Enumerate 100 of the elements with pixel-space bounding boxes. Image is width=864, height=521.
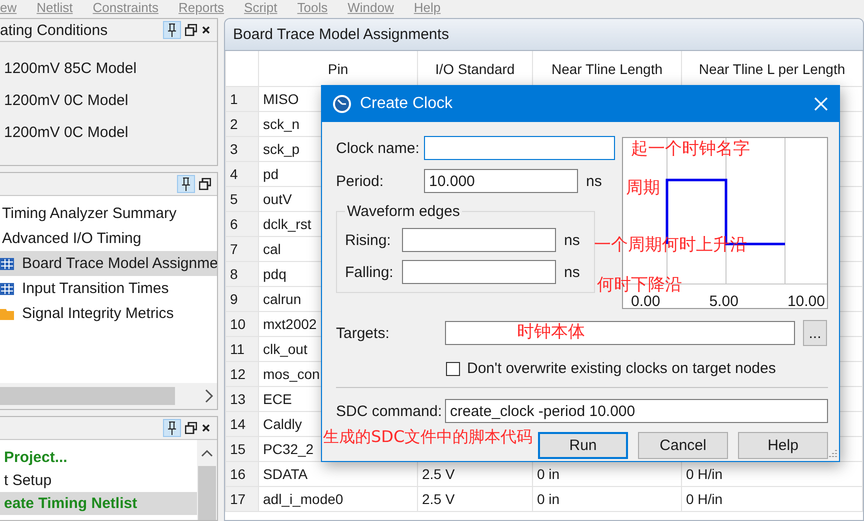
folder-icon (0, 308, 14, 320)
close-icon[interactable] (201, 423, 211, 433)
table-cell: sck_n (263, 116, 300, 132)
table-cell: dclk_rst (263, 216, 312, 232)
scrollbar-thumb[interactable] (0, 387, 175, 405)
tree-item[interactable]: Timing Analyzer Summary (0, 204, 178, 223)
row-number: 17 (230, 491, 246, 507)
row-number: 1 (230, 91, 238, 107)
pin-icon[interactable] (177, 175, 195, 193)
restore-icon[interactable] (199, 178, 211, 190)
row-number: 5 (230, 191, 238, 207)
annotation-text: 时钟本体 (517, 321, 585, 343)
unit-label: ns (564, 232, 580, 248)
tree-item[interactable]: 1200mV 0C Model (2, 122, 130, 142)
table-cell: PC32_2 (263, 441, 314, 457)
tree-item[interactable]: t Setup (2, 471, 54, 490)
row-number: 8 (230, 266, 238, 282)
tree-item[interactable]: Board Trace Model Assignme (20, 254, 217, 273)
checkbox[interactable] (446, 362, 460, 376)
table-cell: mos_con (263, 366, 320, 382)
dialog-button[interactable]: Help (738, 432, 828, 459)
table-cell: Caldly (263, 416, 302, 432)
table-cell: calrun (263, 291, 302, 307)
scroll-up-icon[interactable] (201, 448, 213, 458)
row-number: 15 (230, 441, 246, 457)
row-number: 14 (230, 416, 246, 432)
pin-icon[interactable] (163, 21, 181, 39)
table-icon (0, 258, 14, 270)
table-cell: 0 in (537, 491, 560, 507)
panel-title: Board Trace Model Assignments (233, 26, 449, 43)
input-field[interactable] (402, 228, 556, 252)
restore-icon[interactable] (185, 422, 197, 434)
dialog-button[interactable]: Cancel (638, 432, 728, 459)
tree-item[interactable]: Signal Integrity Metrics (20, 304, 176, 323)
checkbox-label: Don't overwrite existing clocks on target nodes (467, 360, 776, 377)
row-number: 10 (230, 316, 246, 332)
tree-item[interactable]: 1200mV 0C Model (2, 90, 130, 110)
row-number: 4 (230, 166, 238, 182)
input-field[interactable] (424, 136, 615, 160)
annotation-text: 起一个时钟名字 (631, 138, 750, 160)
scroll-right-icon[interactable] (204, 389, 214, 403)
field-label: Clock name: (336, 140, 420, 156)
table-cell: outV (263, 191, 292, 207)
column-header[interactable]: Pin (328, 60, 348, 76)
field-label: Rising: (345, 232, 392, 248)
table-cell: clk_out (263, 341, 308, 357)
restore-icon[interactable] (185, 24, 197, 36)
browse-button[interactable]: ... (803, 320, 827, 346)
axis-label: 0.00 (631, 293, 660, 311)
table-cell: pd (263, 166, 279, 182)
tree-item[interactable]: Input Transition Times (20, 279, 171, 298)
table-cell: 0 H/in (686, 466, 723, 482)
pin-icon[interactable] (163, 419, 181, 437)
field-label: Period: (336, 172, 385, 190)
table-cell: 0 H/in (686, 491, 723, 507)
dialog-title: Create Clock (360, 95, 452, 112)
row-number: 6 (230, 216, 238, 232)
table-cell: ECE (263, 391, 292, 407)
group-title: Waveform edges (347, 203, 460, 220)
table-cell: MISO (263, 91, 299, 107)
annotation-text: 周期 (626, 177, 660, 199)
table-cell: 2.5 V (422, 491, 455, 507)
row-number: 12 (230, 366, 246, 382)
input-field[interactable] (402, 260, 556, 284)
input-field[interactable] (445, 321, 795, 345)
input-field[interactable]: create_clock -period 10.000 (445, 399, 828, 423)
table-cell: adl_i_mode0 (263, 491, 344, 507)
field-label: Targets: (336, 324, 390, 342)
row-number: 2 (230, 116, 238, 132)
row-number: 11 (230, 341, 245, 357)
annotation-text: 生成的SDC文件中的脚本代码 (323, 426, 533, 448)
table-cell: SDATA (263, 466, 308, 482)
row-number: 9 (230, 291, 238, 307)
close-icon[interactable] (201, 25, 211, 35)
row-number: 3 (230, 141, 238, 157)
unit-label: ns (564, 264, 580, 280)
tree-item[interactable]: 1200mV 85C Model (2, 58, 139, 78)
field-label: Falling: (345, 264, 394, 280)
panel-title: ating Conditions (0, 22, 108, 38)
row-number: 16 (230, 466, 246, 482)
row-number: 7 (230, 241, 238, 257)
tree-item[interactable]: Advanced I/O Timing (0, 229, 144, 248)
clock-icon (332, 94, 352, 114)
input-field[interactable]: 10.000 (424, 169, 578, 193)
resize-grip-icon[interactable] (827, 449, 837, 459)
unit-label: ns (586, 172, 602, 190)
dialog-button[interactable]: Run (538, 432, 628, 459)
scrollbar-thumb[interactable] (198, 466, 216, 520)
tree-item[interactable]: Project... (2, 448, 70, 467)
table-cell: 2.5 V (422, 466, 455, 482)
table-cell: mxt2002 (263, 316, 317, 332)
table-cell: pdq (263, 266, 286, 282)
table-cell: cal (263, 241, 281, 257)
row-number: 13 (230, 391, 246, 407)
table-cell: 0 in (537, 466, 560, 482)
table-cell: sck_p (263, 141, 300, 157)
axis-label: 10.00 (787, 293, 825, 311)
axis-label: 5.00 (709, 293, 738, 311)
field-label: SDC command: (336, 402, 443, 420)
annotation-text: 何时下降沿 (597, 274, 682, 296)
